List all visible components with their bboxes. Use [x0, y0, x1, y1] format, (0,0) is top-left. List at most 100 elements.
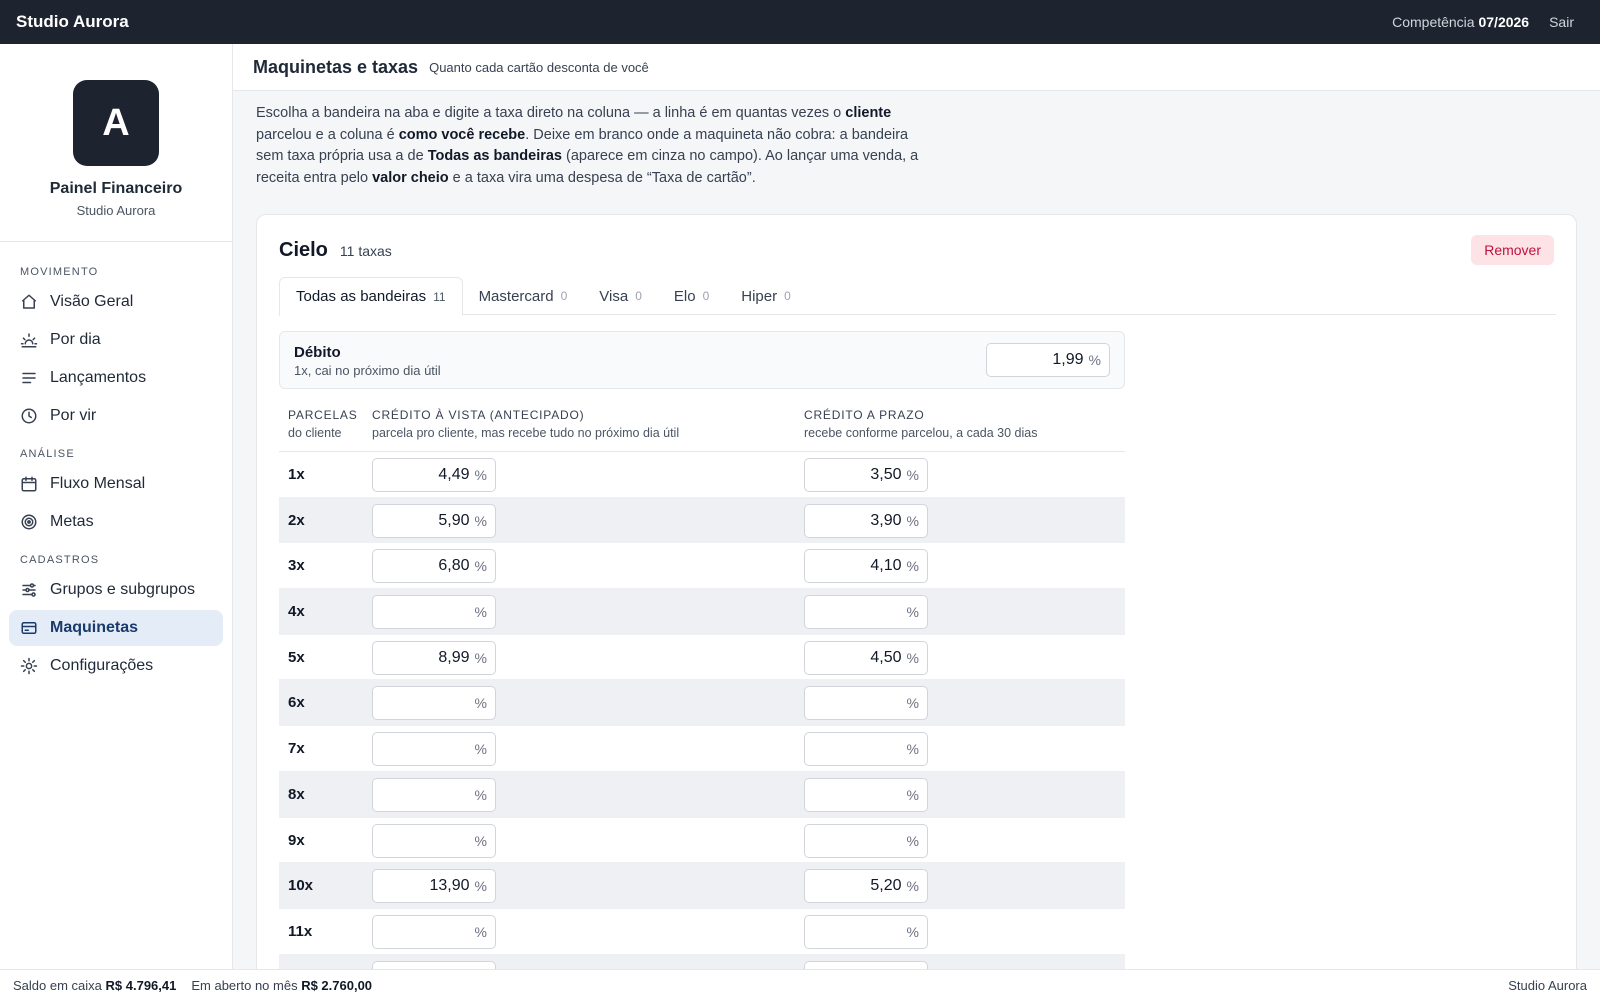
percent-suffix: % — [906, 512, 919, 529]
installments-label: 7x — [288, 740, 305, 758]
sidebar: A Painel Financeiro Studio Aurora MOVIME… — [0, 44, 233, 969]
table-row: 8x%% — [279, 771, 1125, 818]
tab-count: 0 — [560, 289, 568, 303]
sidebar-item-fluxo-mensal[interactable]: Fluxo Mensal — [9, 466, 223, 502]
rate-value: 4,50 — [870, 648, 902, 666]
rate-count: 11 taxas — [339, 243, 392, 259]
prazo-rate-input[interactable]: 4,50% — [804, 640, 928, 675]
sidebar-item-metas[interactable]: Metas — [9, 504, 223, 540]
table-row: 9x%% — [279, 818, 1125, 864]
footer-brand: Studio Aurora — [1508, 977, 1587, 993]
sidebar-item-grupos[interactable]: Grupos e subgrupos — [9, 572, 223, 608]
rate-value: 3,50 — [870, 466, 902, 483]
percent-suffix: % — [1088, 352, 1101, 368]
tab-label: Elo — [673, 287, 696, 305]
avista-rate-input[interactable]: % — [372, 823, 496, 858]
sunrise-icon — [20, 331, 38, 349]
rate-value: 5,20 — [870, 877, 902, 895]
installments-label: 2x — [288, 511, 305, 529]
percent-suffix: % — [474, 649, 487, 666]
top-bar: Studio Aurora Competência 07/2026 Sair — [0, 0, 1600, 44]
nav-section-analise: ANÁLISE — [20, 448, 75, 460]
percent-suffix: % — [906, 832, 919, 849]
sidebar-item-visao-geral[interactable]: Visão Geral — [9, 284, 223, 320]
prazo-rate-input[interactable]: 3,50% — [804, 458, 928, 492]
header-prazo: CRÉDITO A PRAZO recebe conforme parcelou… — [804, 408, 1037, 440]
sidebar-item-lancamentos[interactable]: Lançamentos — [9, 360, 223, 396]
status-footer: Saldo em caixa R$ 4.796,41 Em aberto no … — [0, 969, 1600, 1000]
debit-rate-input[interactable]: 1,99 % — [986, 343, 1110, 377]
tab-count: 0 — [702, 289, 710, 303]
intro-part: e a taxa vira uma despesa de “Taxa de ca… — [448, 169, 756, 186]
logout-link[interactable]: Sair — [1549, 14, 1574, 30]
clock-icon — [20, 407, 38, 425]
installments-label: 3x — [288, 557, 305, 575]
avista-rate-input[interactable]: 4,49% — [372, 458, 496, 492]
prazo-rate-input[interactable]: % — [804, 823, 928, 858]
tab-count: 11 — [433, 289, 446, 304]
prazo-rate-input[interactable]: % — [804, 686, 928, 721]
tab-elo[interactable]: Elo 0 — [658, 277, 725, 315]
debit-sub: 1x, cai no próximo dia útil — [294, 363, 441, 378]
avista-rate-input[interactable]: % — [372, 914, 496, 949]
profile-name: Painel Financeiro — [49, 180, 183, 197]
percent-suffix: % — [906, 923, 919, 940]
tab-mastercard[interactable]: Mastercard 0 — [463, 277, 584, 315]
competencia-indicator: Competência 07/2026 — [1392, 14, 1529, 30]
profile-block: A Painel Financeiro Studio Aurora — [0, 44, 232, 242]
prazo-rate-input[interactable]: % — [804, 777, 928, 812]
tab-hiper[interactable]: Hiper 0 — [725, 277, 807, 315]
prazo-rate-input[interactable]: % — [804, 914, 928, 949]
header-title: CRÉDITO A PRAZO — [804, 408, 925, 422]
percent-suffix: % — [906, 649, 919, 666]
sidebar-item-label: Grupos e subgrupos — [50, 581, 195, 598]
tab-visa[interactable]: Visa 0 — [583, 277, 658, 315]
prazo-rate-input[interactable]: 4,10% — [804, 549, 928, 584]
avista-rate-input[interactable]: 6,80% — [372, 549, 496, 584]
saldo-label: Saldo em caixa — [13, 977, 102, 993]
prazo-rate-input[interactable]: % — [804, 595, 928, 630]
header-avista: CRÉDITO À VISTA (ANTECIPADO) parcela pro… — [372, 408, 679, 440]
avista-rate-input[interactable]: 5,90% — [372, 503, 496, 538]
rate-value: 8,99 — [438, 648, 470, 666]
header-sub: recebe conforme parcelou, a cada 30 dias — [804, 426, 1038, 440]
sliders-icon — [20, 581, 38, 599]
installments-label: 1x — [288, 466, 305, 483]
prazo-rate-input[interactable]: 5,20% — [804, 869, 928, 904]
list-icon — [20, 369, 38, 387]
gear-icon — [20, 657, 38, 675]
nav-section-movimento: MOVIMENTO — [20, 266, 99, 278]
sidebar-item-por-vir[interactable]: Por vir — [9, 398, 223, 434]
percent-suffix: % — [474, 695, 487, 712]
intro-part: Escolha a bandeira na aba e digite a tax… — [256, 105, 846, 121]
percent-suffix: % — [474, 467, 487, 483]
percent-suffix: % — [474, 558, 487, 575]
prazo-rate-input[interactable]: 3,90% — [804, 503, 928, 538]
prazo-rate-input[interactable]: % — [804, 732, 928, 767]
avista-rate-input[interactable]: % — [372, 732, 496, 767]
credit-card-icon — [20, 619, 38, 637]
percent-suffix: % — [474, 878, 487, 895]
tab-todas-bandeiras[interactable]: Todas as bandeiras 11 — [279, 277, 463, 316]
sidebar-item-maquinetas[interactable]: Maquinetas — [9, 610, 223, 646]
table-row: 5x 8,99% 4,50% — [279, 635, 1125, 681]
prazo-rate-input[interactable]: % — [804, 960, 928, 969]
avista-rate-input[interactable]: % — [372, 686, 496, 721]
table-row: 4x%% — [279, 589, 1125, 635]
tab-label: Visa — [599, 287, 629, 305]
remove-button[interactable]: Remover — [1471, 235, 1554, 265]
sidebar-item-por-dia[interactable]: Por dia — [9, 322, 223, 358]
avista-rate-input[interactable]: 8,99% — [372, 640, 496, 675]
table-row: 11x%% — [279, 909, 1125, 955]
table-row: 1x 4,49% 3,50% — [279, 452, 1125, 498]
app-brand: Studio Aurora — [16, 12, 129, 31]
avista-rate-input[interactable]: 13,90% — [372, 869, 496, 904]
sidebar-item-label: Metas — [50, 513, 94, 530]
sidebar-item-configuracoes[interactable]: Configurações — [9, 648, 223, 684]
avista-rate-input[interactable]: % — [372, 777, 496, 812]
avista-rate-input[interactable]: % — [372, 960, 496, 969]
avista-rate-input[interactable]: % — [372, 595, 496, 630]
installments-label: 9x — [288, 831, 305, 849]
rate-value: 5,90 — [438, 511, 470, 529]
installments-label: 10x — [288, 877, 314, 895]
